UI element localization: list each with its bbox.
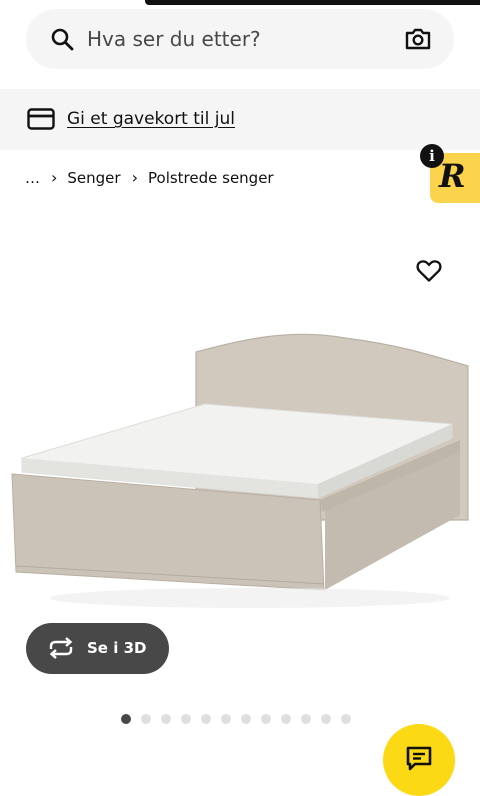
gift-card-banner: Gi et gavekort til jul (0, 89, 480, 150)
image-carousel-dots (121, 714, 351, 724)
chat-icon (406, 746, 432, 771)
camera-icon[interactable] (405, 26, 431, 52)
carousel-dot[interactable] (281, 714, 291, 724)
carousel-dot[interactable] (201, 714, 211, 724)
chevron-right-icon: › (51, 168, 58, 187)
search-icon (51, 28, 74, 51)
gift-card-link[interactable]: Gi et gavekort til jul (67, 107, 235, 131)
carousel-dot[interactable] (121, 714, 131, 724)
carousel-dot[interactable] (221, 714, 231, 724)
carousel-dot[interactable] (181, 714, 191, 724)
carousel-dot[interactable] (161, 714, 171, 724)
status-bar-strip (145, 0, 480, 5)
carousel-dot[interactable] (321, 714, 331, 724)
breadcrumb-item-senger[interactable]: Senger (67, 168, 120, 188)
chat-button[interactable] (383, 724, 455, 796)
info-icon[interactable]: i (420, 144, 444, 168)
rotate-3d-icon (49, 637, 73, 659)
gift-card-icon (27, 108, 55, 130)
search-bar[interactable]: Hva ser du etter? (26, 9, 454, 69)
chevron-right-icon: › (131, 168, 138, 187)
carousel-dot[interactable] (241, 714, 251, 724)
breadcrumb-ellipsis[interactable]: … (25, 168, 40, 188)
breadcrumb-item-polstrede-senger[interactable]: Polstrede senger (148, 168, 274, 188)
carousel-dot[interactable] (261, 714, 271, 724)
carousel-dot[interactable] (141, 714, 151, 724)
view-in-3d-button[interactable]: Se i 3D (26, 623, 169, 674)
heart-icon[interactable] (416, 259, 442, 283)
badge-letter: R (439, 157, 466, 195)
search-input[interactable]: Hva ser du etter? (87, 26, 261, 52)
breadcrumb: … › Senger › Polstrede senger (25, 168, 274, 188)
carousel-dot[interactable] (341, 714, 351, 724)
product-image[interactable] (0, 290, 480, 630)
view-in-3d-label: Se i 3D (87, 639, 147, 657)
carousel-dot[interactable] (301, 714, 311, 724)
